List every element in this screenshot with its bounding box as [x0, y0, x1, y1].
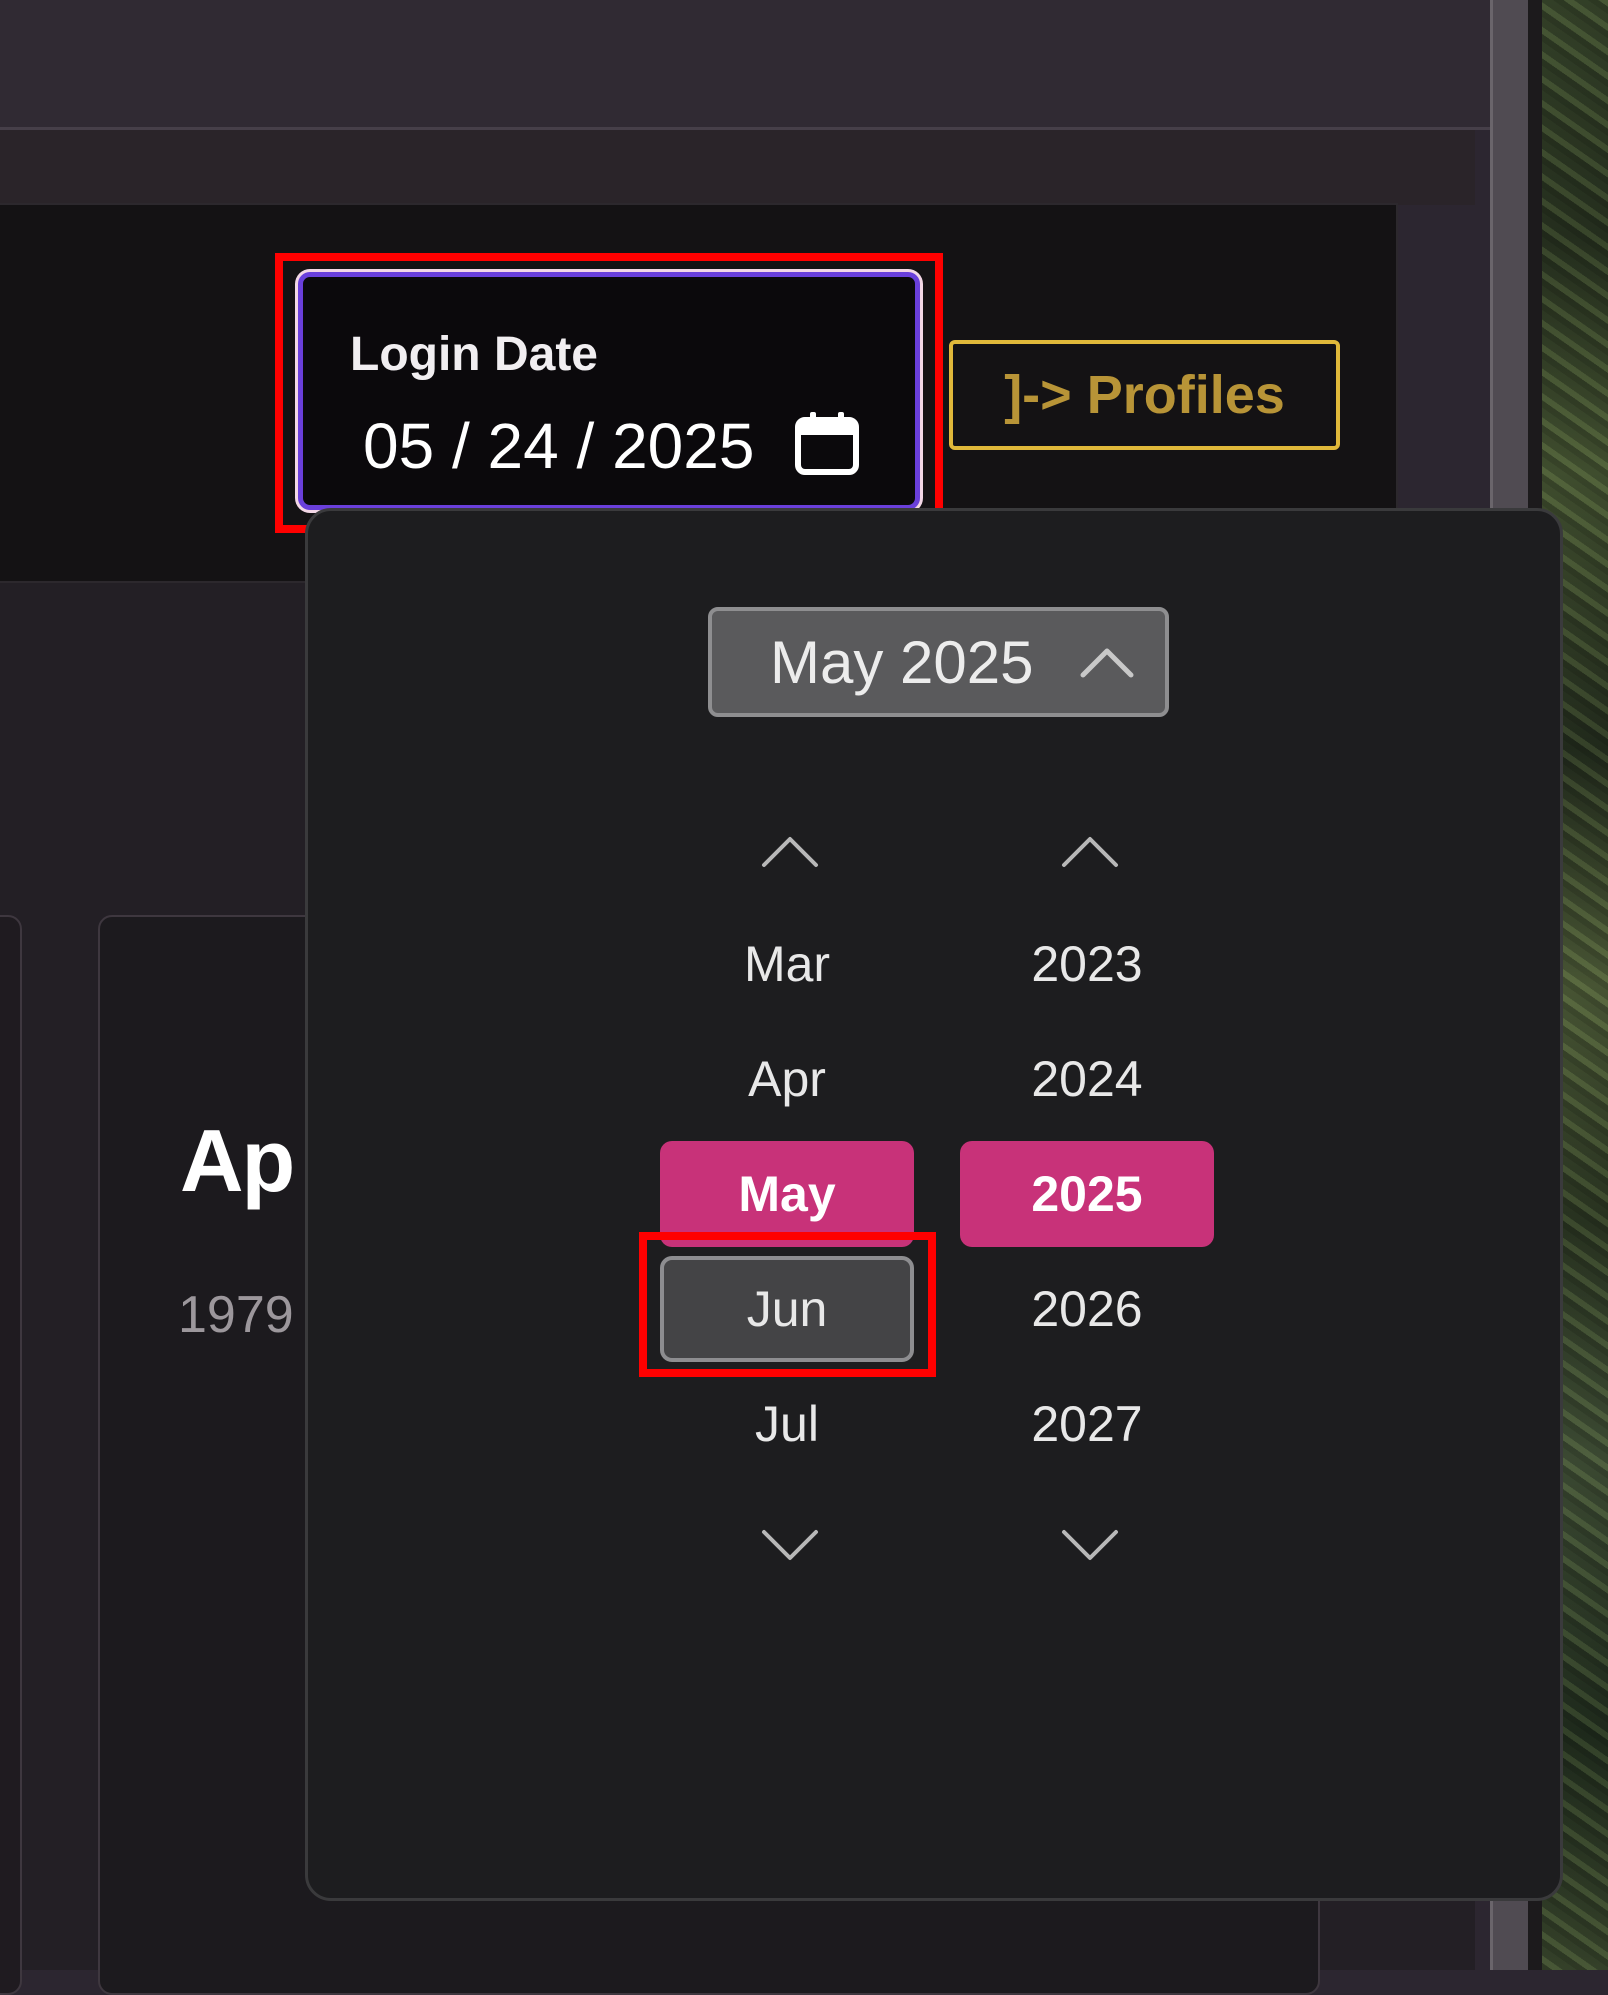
year-scroll-down-icon[interactable]	[1058, 1526, 1122, 1566]
year-option-2024[interactable]: 2024	[960, 1026, 1214, 1132]
month-option-mar[interactable]: Mar	[660, 911, 914, 1017]
month-scroll-down-icon[interactable]	[758, 1526, 822, 1566]
month-option-apr[interactable]: Apr	[660, 1026, 914, 1132]
app-card-subtitle: 1979	[178, 1286, 294, 1344]
month-scroll-up-icon[interactable]	[758, 831, 822, 871]
month-year-toggle-button[interactable]: May 2025	[708, 607, 1169, 717]
annotation-highlight-login-date	[275, 253, 943, 533]
profiles-button[interactable]: ]-> Profiles	[949, 340, 1340, 450]
year-option-2023[interactable]: 2023	[960, 911, 1214, 1017]
window-top-bar	[0, 0, 1490, 130]
toolbar-strip	[0, 130, 1475, 205]
month-year-label: May 2025	[770, 629, 1034, 696]
chevron-up-icon	[1080, 648, 1134, 678]
date-picker-popover: May 2025 Mar Apr May Jun Jul 2023 2024 2…	[305, 508, 1563, 1901]
year-option-2026[interactable]: 2026	[960, 1256, 1214, 1362]
month-option-jul[interactable]: Jul	[660, 1371, 914, 1477]
year-scroll-up-icon[interactable]	[1058, 831, 1122, 871]
app-card-title: Ap	[180, 1111, 295, 1210]
year-option-2027[interactable]: 2027	[960, 1371, 1214, 1477]
annotation-highlight-jun	[639, 1232, 936, 1377]
year-option-2025-selected[interactable]: 2025	[960, 1141, 1214, 1247]
left-card	[0, 915, 22, 1995]
